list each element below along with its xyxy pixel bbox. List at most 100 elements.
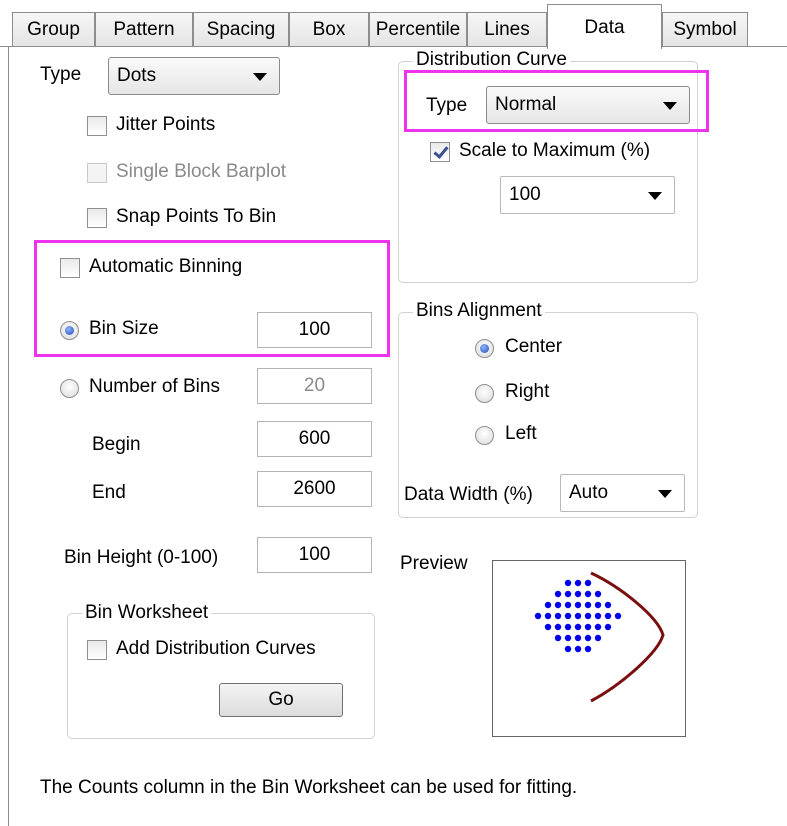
preview-label: Preview [400,553,468,574]
tab-pattern[interactable]: Pattern [95,12,193,46]
number-of-bins-value: 20 [303,375,326,396]
align-center-radio[interactable] [475,339,494,358]
add-distribution-curves-label: Add Distribution Curves [116,638,316,659]
preview-dot [554,612,562,620]
preview-dot [564,579,572,587]
number-of-bins-label: Number of Bins [89,376,220,397]
end-value: 2600 [293,478,336,499]
scale-to-maximum-checkbox[interactable] [430,142,450,162]
preview-distribution-curve [590,571,665,703]
bin-height-label: Bin Height (0-100) [64,547,219,568]
bin-worksheet-group [67,613,375,739]
tab-symbol[interactable]: Symbol [662,12,748,46]
preview-box [492,560,686,737]
preview-dot [564,623,572,631]
align-right-radio[interactable] [475,384,494,403]
preview-dot [594,601,602,609]
preview-dot [604,612,612,620]
tab-percentile[interactable]: Percentile [369,12,467,46]
add-distribution-curves-checkbox[interactable] [87,640,107,660]
footer-note: The Counts column in the Bin Worksheet c… [40,777,578,798]
tab-panel-border [0,46,787,47]
preview-dot [584,590,592,598]
snap-points-to-bin-checkbox[interactable] [87,208,107,228]
end-field[interactable]: 2600 [257,471,372,507]
scale-to-maximum-label: Scale to Maximum (%) [459,140,651,161]
preview-dot [584,623,592,631]
distribution-type-dropdown[interactable]: Normal [486,86,690,124]
tab-label: Group [27,18,80,40]
preview-dot [554,601,562,609]
tab-spacing[interactable]: Spacing [193,12,289,46]
preview-dot [584,645,592,653]
preview-dot [574,612,582,620]
preview-dot [594,634,602,642]
tab-lines[interactable]: Lines [467,12,547,46]
preview-dot [564,590,572,598]
bin-size-field[interactable]: 100 [257,312,372,348]
preview-dot [544,612,552,620]
bin-size-label: Bin Size [89,318,159,339]
preview-dot [554,634,562,642]
preview-dot [554,590,562,598]
preview-dot [584,601,592,609]
preview-dot [584,579,592,587]
align-right-label: Right [505,381,550,402]
align-left-radio[interactable] [475,426,494,445]
align-center-label: Center [505,336,563,357]
jitter-points-label: Jitter Points [116,114,216,135]
number-of-bins-radio[interactable] [60,379,79,398]
data-width-label: Data Width (%) [404,484,533,505]
preview-dot [594,590,602,598]
type-label: Type [40,64,82,85]
tab-label: Percentile [375,18,461,40]
preview-dot [574,645,582,653]
tab-label: Pattern [113,18,175,40]
preview-dot [574,590,582,598]
tab-box[interactable]: Box [289,12,369,46]
tab-strip: Group Pattern Spacing Box Percentile Lin… [0,0,787,49]
single-block-barplot-checkbox[interactable] [87,163,107,183]
preview-dot [564,645,572,653]
bin-size-radio[interactable] [60,321,79,340]
tab-label: Spacing [206,18,276,40]
type-dropdown[interactable]: Dots [108,57,280,95]
preview-dot [544,623,552,631]
preview-dot [614,612,622,620]
tab-group[interactable]: Group [12,12,95,46]
data-width-dropdown[interactable]: Auto [560,474,685,512]
go-button[interactable]: Go [219,683,343,717]
preview-dot [574,579,582,587]
preview-dot [594,623,602,631]
preview-dot [564,634,572,642]
preview-dot [574,601,582,609]
preview-dot [604,623,612,631]
preview-dot [594,612,602,620]
preview-dot [584,634,592,642]
tab-data[interactable]: Data [547,4,662,49]
preview-dot [574,634,582,642]
panel-left-border [8,46,9,826]
distribution-curve-title: Distribution Curve [413,49,570,71]
automatic-binning-checkbox[interactable] [60,258,80,278]
bin-height-field[interactable]: 100 [257,537,372,573]
bin-height-value: 100 [298,544,331,565]
tab-label: Lines [484,18,530,40]
bin-worksheet-title: Bin Worksheet [82,602,212,624]
preview-dot [544,601,552,609]
tab-label: Data [584,17,625,38]
scale-value: 100 [509,184,541,205]
chevron-down-icon [658,490,672,498]
preview-graphic [534,571,665,703]
snap-points-to-bin-label: Snap Points To Bin [116,206,277,227]
end-label: End [92,482,126,503]
align-left-label: Left [505,423,537,444]
go-button-label: Go [268,689,294,710]
begin-field[interactable]: 600 [257,421,372,457]
begin-label: Begin [92,434,141,455]
scale-value-dropdown[interactable]: 100 [500,176,675,214]
bin-size-value: 100 [298,319,331,340]
jitter-points-checkbox[interactable] [87,116,107,136]
preview-dot [534,612,542,620]
number-of-bins-field[interactable]: 20 [257,368,372,404]
